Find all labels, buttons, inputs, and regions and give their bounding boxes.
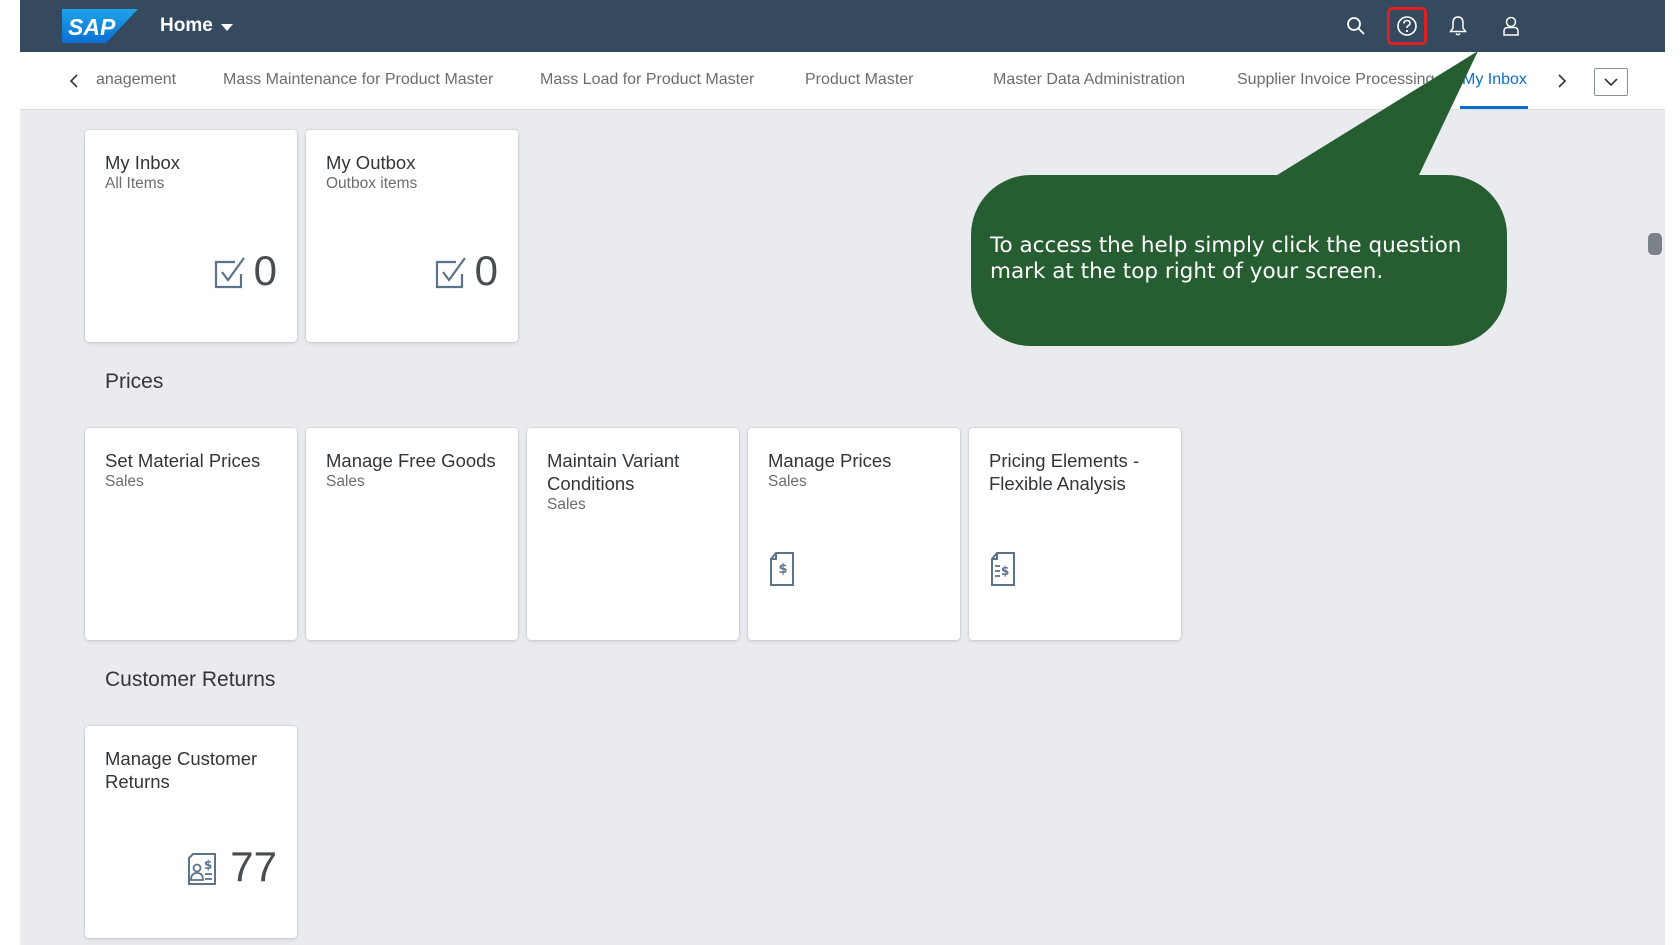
price-document-icon: $ <box>770 552 794 586</box>
search-button[interactable] <box>1338 9 1374 43</box>
vertical-scrollbar-thumb[interactable] <box>1648 233 1662 255</box>
tile-title: Pricing Elements - Flexible Analysis <box>989 450 1140 494</box>
tile-subtitle: Sales <box>326 473 365 490</box>
task-check-icon <box>214 257 245 289</box>
tab-overflow-button[interactable] <box>1594 68 1628 96</box>
tile-title: My Inbox <box>105 152 181 173</box>
svg-text:$: $ <box>1001 564 1009 578</box>
tile-header: My Outbox Outbox items <box>326 151 506 193</box>
tile-subtitle: Sales <box>547 496 586 513</box>
active-tab-indicator <box>1460 106 1528 109</box>
scroll-tabs-right-button[interactable] <box>1550 68 1574 94</box>
launchpad-frame: SAP Home anagement Mass Maintenance for … <box>20 0 1665 945</box>
tile-set-material-prices[interactable]: Set Material Prices Sales <box>85 428 297 640</box>
chevron-right-icon <box>1558 74 1567 88</box>
svg-text:$: $ <box>204 858 212 872</box>
tab-management[interactable]: anagement <box>96 71 176 89</box>
tab-my-inbox[interactable]: My Inbox <box>1462 71 1527 89</box>
group-title-customer-returns: Customer Returns <box>105 668 276 691</box>
tile-manage-prices[interactable]: Manage Prices Sales $ <box>748 428 960 640</box>
chevron-down-icon <box>1604 78 1618 87</box>
search-icon <box>1347 17 1365 35</box>
tile-subtitle: Outbox items <box>326 175 418 192</box>
tab-product-master[interactable]: Product Master <box>805 71 913 89</box>
caret-down-icon <box>220 23 233 31</box>
sap-logo[interactable]: SAP <box>62 9 138 43</box>
callout-text: To access the help simply click the ques… <box>990 233 1462 284</box>
tile-maintain-variant-conditions[interactable]: Maintain Variant Conditions Sales <box>527 428 739 640</box>
tile-header: My Inbox All Items <box>105 151 285 193</box>
tile-title: Manage Prices <box>768 450 892 471</box>
user-icon <box>1503 16 1519 36</box>
user-profile-button[interactable] <box>1493 9 1529 43</box>
tile-manage-customer-returns[interactable]: Manage Customer Returns $ 77 <box>85 726 297 938</box>
customer-returns-icon: $ <box>188 853 216 885</box>
tile-title: Set Material Prices <box>105 450 261 471</box>
tab-mass-load[interactable]: Mass Load for Product Master <box>540 71 754 89</box>
anchor-navigation-bar: anagement Mass Maintenance for Product M… <box>20 52 1665 110</box>
shell-bar: SAP Home <box>20 0 1665 52</box>
tile-header: Set Material Prices Sales <box>105 449 285 491</box>
svg-text:SAP: SAP <box>68 14 116 40</box>
tile-subtitle: Sales <box>768 473 807 490</box>
bell-icon <box>1449 16 1467 36</box>
pricing-analysis-icon: $ <box>991 552 1015 586</box>
tile-title: Manage Free Goods <box>326 450 496 471</box>
tab-mass-maintenance[interactable]: Mass Maintenance for Product Master <box>223 71 493 89</box>
tile-subtitle: All Items <box>105 175 165 192</box>
group-title-prices: Prices <box>105 370 164 393</box>
tile-manage-free-goods[interactable]: Manage Free Goods Sales <box>306 428 518 640</box>
tile-title: My Outbox <box>326 152 416 173</box>
home-label: Home <box>160 15 213 36</box>
help-button[interactable] <box>1387 7 1427 45</box>
tile-header: Manage Prices Sales <box>768 449 948 491</box>
scroll-tabs-left-button[interactable] <box>62 68 86 94</box>
tile-subtitle: Sales <box>105 473 144 490</box>
tile-title: Maintain Variant Conditions <box>547 450 680 494</box>
tile-header: Manage Free Goods Sales <box>326 449 506 491</box>
tile-my-inbox[interactable]: My Inbox All Items 0 <box>85 130 297 342</box>
tile-count: 0 <box>474 247 498 294</box>
home-menu[interactable]: Home <box>160 15 233 37</box>
tile-my-outbox[interactable]: My Outbox Outbox items 0 <box>306 130 518 342</box>
tile-pricing-elements-flexible-analysis[interactable]: Pricing Elements - Flexible Analysis $ <box>969 428 1181 640</box>
tile-header: Pricing Elements - Flexible Analysis <box>989 449 1169 495</box>
tile-count: 77 <box>230 843 277 890</box>
task-check-icon <box>435 257 466 289</box>
question-mark-icon <box>1397 16 1417 36</box>
tab-list: anagement Mass Maintenance for Product M… <box>96 52 1490 110</box>
tile-header: Maintain Variant Conditions Sales <box>547 449 727 514</box>
svg-text:$: $ <box>779 562 788 577</box>
chevron-left-icon <box>69 74 78 88</box>
notifications-button[interactable] <box>1440 9 1476 43</box>
tab-supplier-invoice-processing[interactable]: Supplier Invoice Processing <box>1237 71 1434 89</box>
tile-count: 0 <box>253 247 277 294</box>
tile-header: Manage Customer Returns <box>105 747 285 793</box>
tile-title: Manage Customer Returns <box>105 748 258 792</box>
tab-master-data-administration[interactable]: Master Data Administration <box>993 71 1185 89</box>
